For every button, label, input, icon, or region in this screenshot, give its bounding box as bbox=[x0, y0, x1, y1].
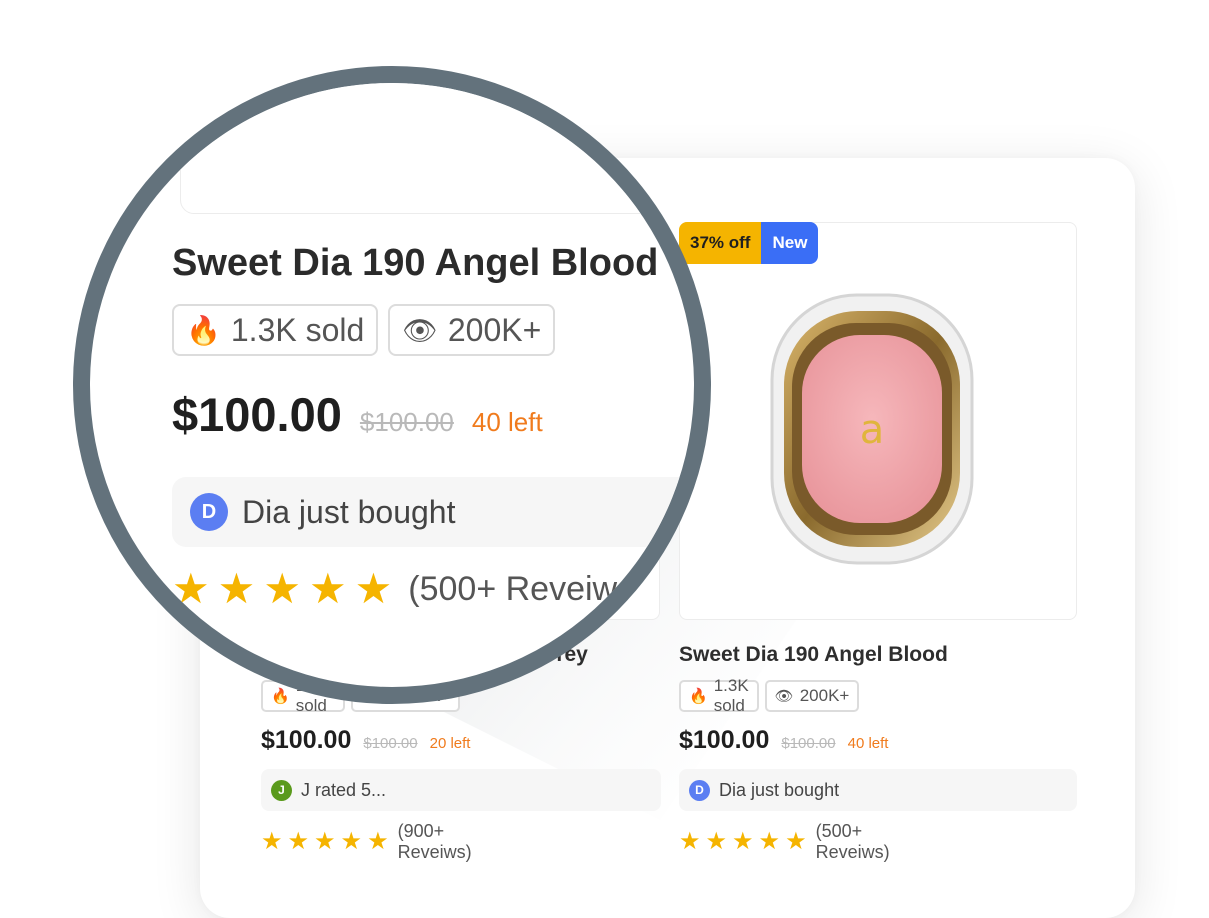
rating: ★ ★ ★ ★ ★ (500+ Reveiws) bbox=[679, 821, 890, 863]
sold-count: 1.3K sold bbox=[713, 676, 749, 715]
fire-icon: 🔥 bbox=[689, 688, 708, 705]
stock-left: 40 left bbox=[471, 407, 543, 437]
reviews-count: (500+ Reveiws) bbox=[408, 569, 646, 608]
product-image-frame[interactable]: a 37% off New bbox=[679, 222, 1077, 620]
magnified-chips: 🔥 1.3K sold 👁 200K+ bbox=[172, 304, 556, 356]
svg-text:a: a bbox=[860, 407, 885, 453]
star-icon: ★ bbox=[314, 828, 336, 855]
rating: ★ ★ ★ ★ ★ (900+ Reveiws) bbox=[261, 821, 472, 863]
price-row: $100.00 $100.00 40 left bbox=[679, 726, 888, 755]
star-icon: ★ bbox=[340, 828, 363, 855]
star-icon: ★ bbox=[732, 828, 754, 855]
price: $100.00 bbox=[679, 726, 770, 754]
star-icon: ★ bbox=[785, 828, 807, 855]
avatar: D bbox=[689, 779, 710, 801]
magnified-activity: D Dia just bought bbox=[172, 477, 694, 547]
reviews-count: (500+ Reveiws) bbox=[815, 821, 890, 862]
star-icon: ★ bbox=[217, 565, 256, 612]
magnified-price-row: $100.00 $100.00 40 left bbox=[172, 387, 543, 442]
avatar: D bbox=[190, 493, 228, 531]
star-icon: ★ bbox=[172, 565, 210, 612]
magnified-image-frame bbox=[180, 83, 694, 214]
star-icon: ★ bbox=[308, 565, 347, 612]
new-badge: New bbox=[761, 222, 819, 264]
views-count: 200K+ bbox=[799, 686, 850, 705]
avatar: J bbox=[271, 779, 292, 801]
badges: 37% off New bbox=[679, 222, 819, 264]
magnified-content: Sweet Dia 190 Angel Blood 🔥 1.3K sold 👁 … bbox=[90, 83, 694, 687]
product-title[interactable]: Sweet Dia 190 Angel Blood bbox=[679, 643, 948, 667]
activity-text: Dia just bought bbox=[719, 779, 840, 800]
magnified-rating: ★ ★ ★ ★ ★ (500+ Reveiws) bbox=[172, 568, 645, 610]
price: $100.00 bbox=[172, 388, 342, 441]
stock-left: 20 left bbox=[429, 735, 471, 752]
star-icon: ★ bbox=[367, 828, 389, 855]
views-chip: 👁 200K+ bbox=[388, 304, 556, 356]
product-image: a bbox=[770, 293, 974, 565]
eye-icon: 👁 bbox=[402, 314, 438, 346]
recent-activity: D Dia just bought bbox=[679, 769, 1077, 811]
star-icon: ★ bbox=[261, 828, 283, 855]
recent-activity: J J rated 5... bbox=[261, 769, 661, 811]
old-price: $100.00 bbox=[363, 735, 418, 752]
views-count: 200K+ bbox=[447, 311, 542, 348]
views-chip: 👁 200K+ bbox=[764, 680, 860, 712]
star-icon: ★ bbox=[758, 828, 781, 855]
price-row: $100.00 $100.00 20 left bbox=[261, 726, 470, 755]
activity-text: Dia just bought bbox=[242, 493, 456, 530]
magnifier-lens: Sweet Dia 190 Angel Blood 🔥 1.3K sold 👁 … bbox=[73, 66, 711, 704]
sold-count: 1.3K sold bbox=[230, 311, 365, 348]
activity-text: J rated 5... bbox=[301, 779, 387, 800]
star-icon: ★ bbox=[679, 828, 701, 855]
reviews-count: (900+ Reveiws) bbox=[397, 821, 472, 862]
price: $100.00 bbox=[261, 726, 352, 754]
fire-icon: 🔥 bbox=[271, 688, 290, 705]
old-price: $100.00 bbox=[781, 735, 836, 752]
fire-icon: 🔥 bbox=[186, 314, 221, 346]
old-price: $100.00 bbox=[359, 407, 454, 437]
stats-chips: 🔥 1.3K sold 👁 200K+ bbox=[679, 676, 860, 715]
stock-left: 40 left bbox=[847, 735, 889, 752]
star-icon: ★ bbox=[705, 828, 728, 855]
eye-icon: 👁 bbox=[774, 688, 794, 705]
sold-chip: 🔥 1.3K sold bbox=[172, 304, 379, 356]
star-icon: ★ bbox=[287, 828, 310, 855]
magnified-title: Sweet Dia 190 Angel Blood bbox=[172, 242, 659, 284]
star-icon: ★ bbox=[263, 565, 301, 612]
star-icon: ★ bbox=[354, 565, 393, 612]
